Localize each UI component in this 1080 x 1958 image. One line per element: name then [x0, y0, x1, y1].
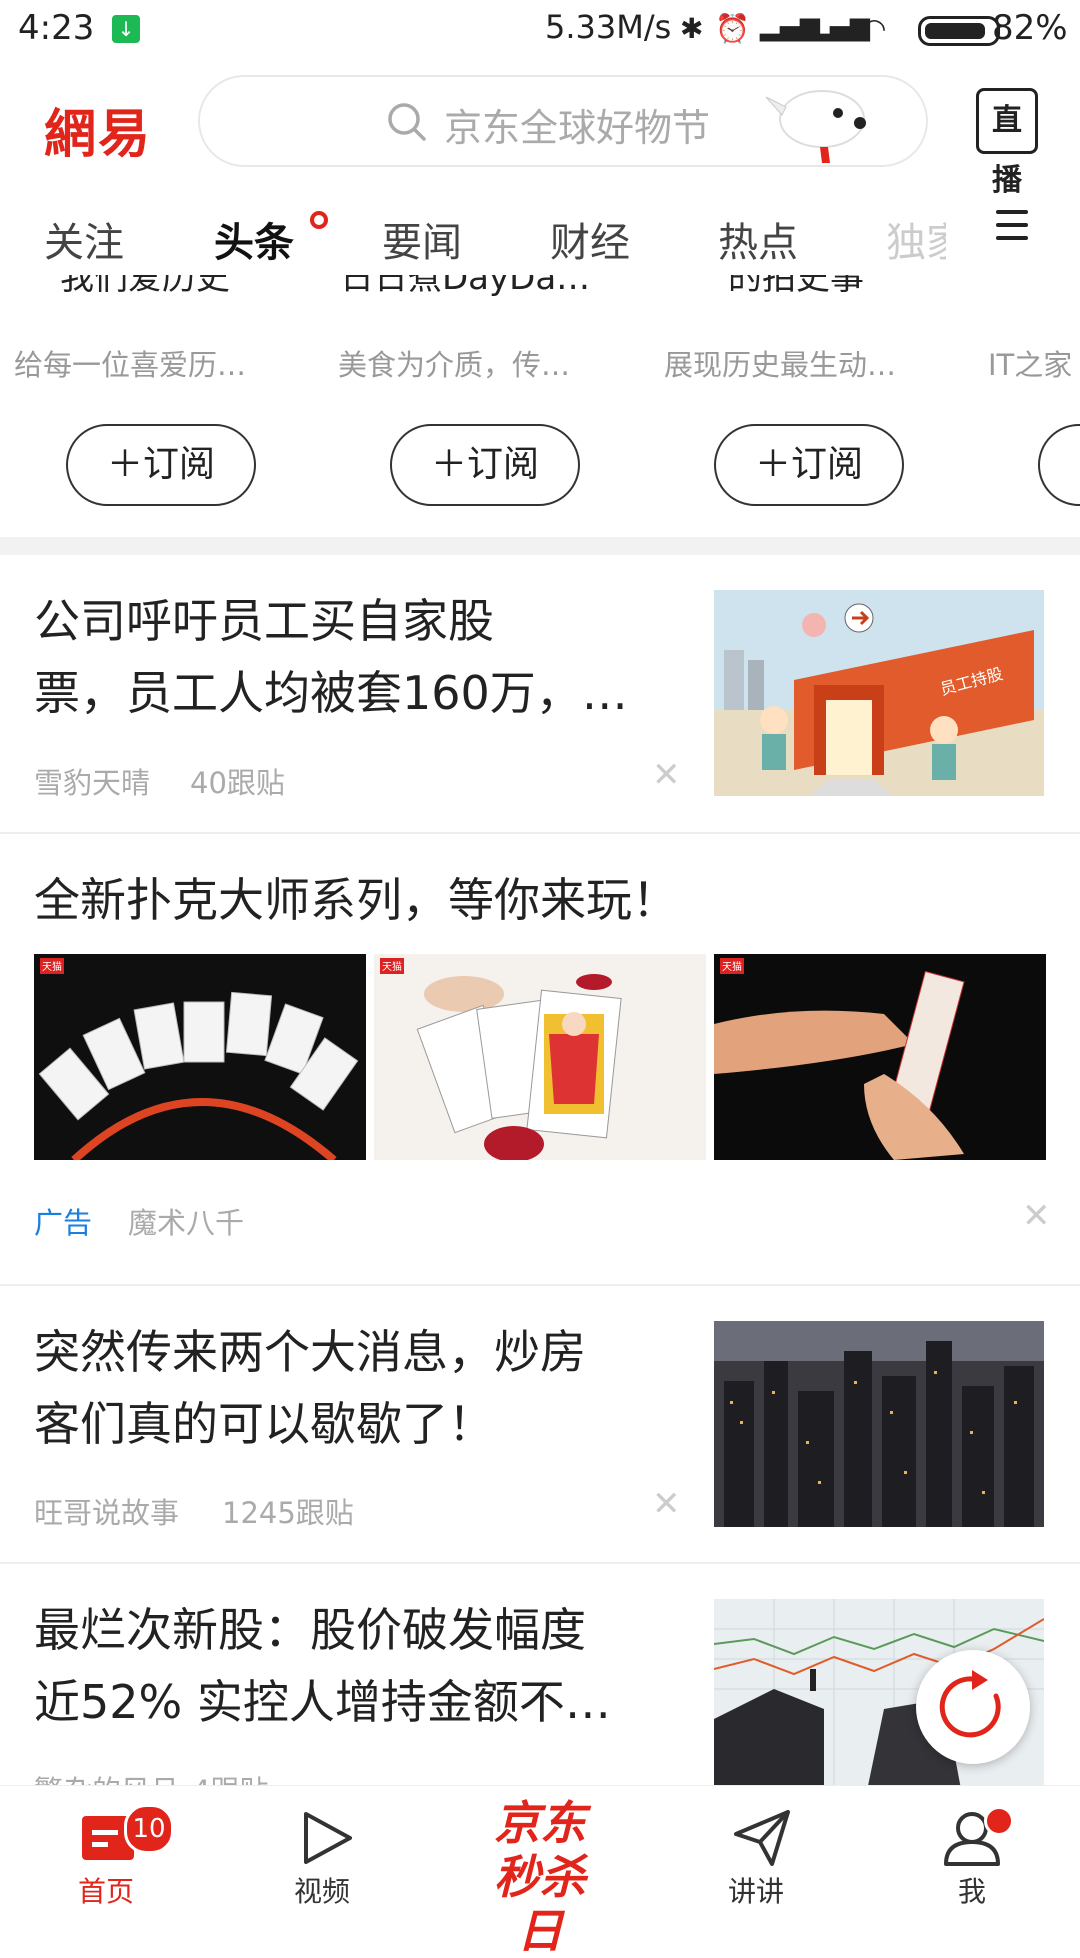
news-comments: 1245跟贴	[222, 1496, 354, 1530]
sub-name: 我们爱历史	[60, 275, 230, 298]
download-icon: ↓	[112, 15, 140, 43]
subscribe-button[interactable]: ＋订阅	[714, 424, 904, 506]
tmall-badge: 天猫	[42, 962, 62, 973]
sub-desc: 展现历史最生动…	[664, 348, 897, 382]
tab-headline[interactable]: 头条	[214, 210, 294, 268]
news-title: 突然传来两个大消息，炒房 客们真的可以歇歇了！	[34, 1325, 586, 1451]
subscribe-button[interactable]: ＋订阅	[66, 424, 256, 506]
ad-image: 天猫	[34, 954, 366, 1160]
ad-image: 天猫	[714, 954, 1046, 1160]
section-divider	[0, 537, 1080, 555]
tab-finance[interactable]: 财经	[550, 210, 630, 268]
search-icon	[388, 103, 426, 141]
jd-promo-button[interactable]: 京东 秒杀日	[480, 1796, 600, 1958]
ad-source: 魔术八千	[128, 1206, 245, 1240]
refresh-icon	[939, 1670, 1001, 1738]
news-item[interactable]: 突然传来两个大消息，炒房 客们真的可以歇歇了！ 旺哥说故事 1245跟贴 ✕	[0, 1286, 1080, 1562]
dismiss-icon[interactable]: ✕	[1022, 1196, 1051, 1236]
nav-me[interactable]: 我	[922, 1786, 1022, 1921]
network-speed: 5.33M/s	[545, 8, 672, 46]
news-title: 最烂次新股：股价破发幅度 近52% 实控人增持金额不…	[34, 1603, 611, 1729]
news-thumbnail	[714, 1321, 1044, 1527]
me-red-dot	[984, 1806, 1014, 1836]
news-source: 旺哥说故事	[34, 1496, 180, 1530]
sub-desc: 给每一位喜爱历…	[14, 348, 247, 382]
nav-label: 视频	[294, 1875, 351, 1908]
news-comments: 4跟贴	[192, 1768, 268, 1785]
signal-2-icon: ▂▄▆	[810, 12, 870, 42]
ad-image: 天猫	[374, 954, 706, 1160]
tab-new-dot	[310, 211, 328, 229]
nav-label: 讲讲	[728, 1875, 785, 1908]
news-source: 繁杂的风月	[34, 1768, 179, 1785]
news-comments: 40跟贴	[190, 766, 285, 800]
tab-hot[interactable]: 热点	[718, 210, 798, 268]
status-bar: 4:23 ↓ 5.33M/s ✱ ⏰ ▂▄▆ ▂▄▆ ◠ 82%	[0, 0, 1080, 62]
sub-desc: IT之家	[988, 348, 1073, 382]
status-time: 4:23	[18, 8, 95, 48]
alarm-icon: ⏰	[715, 12, 750, 45]
sub-name: 的拍史事	[728, 275, 864, 298]
play-icon	[304, 1812, 352, 1864]
paper-plane-icon	[734, 1810, 790, 1866]
search-placeholder: 京东全球好物节	[444, 106, 711, 150]
netease-logo[interactable]: 網易	[44, 92, 152, 167]
ad-item[interactable]: 全新扑克大师系列，等你来玩！ 天猫 天猫 天猫 广告 魔术八千 ✕	[0, 834, 1080, 1284]
ad-title: 全新扑克大师系列，等你来玩！	[34, 873, 678, 927]
subscribe-button[interactable]: ＋订阅	[390, 424, 580, 506]
news-item[interactable]: 公司呼吁员工买自家股 票，员工人均被套160万，… 雪豹天晴 40跟贴 ✕ 员工持…	[0, 555, 1080, 832]
bluetooth-icon: ✱	[680, 12, 704, 45]
nav-label: 我	[958, 1875, 987, 1908]
nav-label: 首页	[78, 1875, 135, 1908]
tmall-badge: 天猫	[382, 962, 402, 973]
subscribe-button[interactable]: ＋订阅	[1038, 424, 1080, 506]
sub-desc: 美食为介质，传…	[338, 348, 571, 382]
sub-name: 日日煮DayDa…	[340, 275, 591, 298]
nav-talk[interactable]: 讲讲	[710, 1786, 810, 1921]
wifi-icon: ◠	[862, 12, 887, 45]
tmall-badge: 天猫	[722, 962, 742, 973]
channel-tabs: 关注 头条 要闻 财经 热点 独家	[0, 195, 1080, 275]
tab-exclusive[interactable]: 独家	[886, 210, 946, 268]
refresh-button[interactable]	[916, 1650, 1030, 1764]
battery-percent: 82%	[992, 8, 1068, 48]
tab-news[interactable]: 要闻	[382, 210, 462, 268]
live-button[interactable]: 直播	[976, 88, 1038, 198]
notification-badge: 10	[124, 1804, 174, 1854]
subscription-strip: 我们爱历史 日日煮DayDa… 的拍史事 给每一位喜爱历… 美食为介质，传… 展…	[0, 275, 1080, 537]
menu-icon[interactable]	[996, 210, 1028, 249]
ad-label: 广告	[34, 1206, 93, 1240]
bottom-nav: 首页 视频 京东 秒杀日 讲讲 我	[0, 1785, 1080, 1958]
nav-video[interactable]: 视频	[276, 1786, 376, 1921]
battery-icon	[918, 16, 1000, 46]
search-bar[interactable]: 京东全球好物节	[198, 75, 928, 167]
news-source: 雪豹天晴	[34, 766, 151, 800]
news-title: 公司呼吁员工买自家股 票，员工人均被套160万，…	[34, 594, 628, 720]
tab-follow[interactable]: 关注	[44, 210, 124, 268]
dismiss-icon[interactable]: ✕	[652, 1484, 681, 1524]
jd-dog-mascot-icon	[765, 90, 866, 163]
news-thumbnail: 员工持股	[714, 590, 1044, 796]
dismiss-icon[interactable]: ✕	[652, 755, 681, 795]
